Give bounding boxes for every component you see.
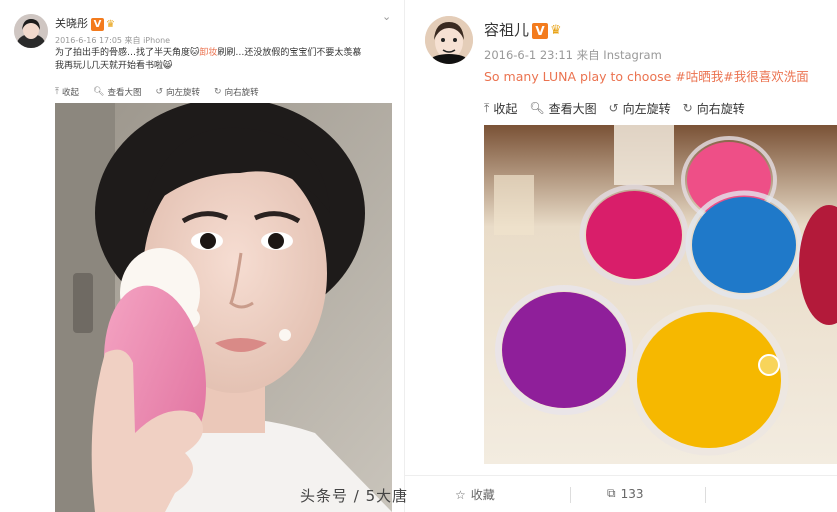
- left-weibo-post: 关晓彤 V ♛ ⌄ 2016-6-16 17:05 来自 iPhone 为了拍出手的…: [0, 0, 404, 512]
- rotate-right-button[interactable]: ↻ 向右旋转: [683, 100, 745, 117]
- collapse-icon: ⤒: [484, 100, 490, 115]
- avatar[interactable]: [425, 16, 473, 64]
- text-highlight: So many LUNA play to choose: [484, 69, 676, 84]
- star-icon: ☆: [455, 487, 466, 502]
- crown-icon: ♛: [106, 18, 115, 30]
- post-photo[interactable]: [484, 125, 837, 464]
- repost-button[interactable]: ⧉ 133: [607, 486, 643, 501]
- username[interactable]: 关晓彤 V ♛: [55, 15, 115, 31]
- rotate-right-button[interactable]: ↻ 向右旋转: [214, 86, 259, 98]
- image-toolbar: ⤒ 收起 🔍︎ 查看大图 ↺ 向左旋转 ↻ 向右旋转: [55, 85, 392, 99]
- text-link[interactable]: 卸妆: [199, 48, 217, 58]
- view-large-button[interactable]: 🔍︎ 查看大图: [529, 100, 596, 117]
- repost-icon: ⧉: [607, 486, 616, 500]
- collapse-button[interactable]: ⤒ 收起: [55, 86, 79, 98]
- rotate-left-icon: ↺: [155, 87, 163, 97]
- verified-icon: V: [532, 22, 549, 39]
- collapse-icon: ⤒: [55, 87, 59, 97]
- post-meta: 2016-6-1 23:11 来自 Instagram: [484, 48, 662, 62]
- search-icon: 🔍︎: [93, 87, 105, 97]
- hashtag-link[interactable]: #我很喜欢洗面: [723, 69, 808, 84]
- rotate-left-button[interactable]: ↺ 向左旋转: [155, 86, 200, 98]
- watermark: 头条号 / 5大唐: [300, 487, 409, 505]
- view-large-button[interactable]: 🔍︎ 查看大图: [93, 86, 141, 98]
- emoji-icon: 🐱: [190, 48, 200, 58]
- avatar[interactable]: [14, 14, 48, 48]
- divider: [570, 487, 571, 503]
- post-text: 为了拍出手的骨感…找了半天角度🐱卸妆刷刷…还没放假的宝宝们不要太羡慕 我再玩儿几…: [55, 48, 362, 71]
- hashtag-link[interactable]: #咕晒我: [675, 69, 723, 84]
- rotate-left-button[interactable]: ↺ 向左旋转: [609, 100, 671, 117]
- divider: [705, 487, 706, 503]
- emoji-icon: 😸: [163, 61, 173, 71]
- favorite-button[interactable]: ☆ 收藏: [455, 486, 495, 503]
- rotate-right-icon: ↻: [682, 101, 693, 115]
- post-footer: ☆ 收藏 ⧉ 133: [405, 475, 837, 512]
- rotate-right-icon: ↻: [214, 87, 222, 97]
- verified-icon: V: [91, 17, 104, 31]
- right-weibo-post: 容祖儿 V ♛ 2016-6-1 23:11 来自 Instagram So man…: [405, 0, 837, 512]
- chevron-down-icon[interactable]: ⌄: [382, 10, 391, 23]
- rotate-left-icon: ↺: [608, 101, 619, 115]
- search-icon: 🔍︎: [529, 101, 545, 115]
- image-toolbar: ⤒ 收起 🔍︎ 查看大图 ↺ 向左旋转 ↻ 向右旋转: [484, 100, 745, 116]
- post-meta: 2016-6-16 17:05 来自 iPhone: [55, 36, 171, 45]
- crown-icon: ♛: [550, 23, 562, 38]
- post-photo[interactable]: [55, 103, 392, 512]
- post-text: So many LUNA play to choose #咕晒我#我很喜欢洗面: [484, 66, 809, 85]
- username[interactable]: 容祖儿 V ♛: [484, 19, 562, 40]
- collapse-button[interactable]: ⤒ 收起: [484, 100, 517, 117]
